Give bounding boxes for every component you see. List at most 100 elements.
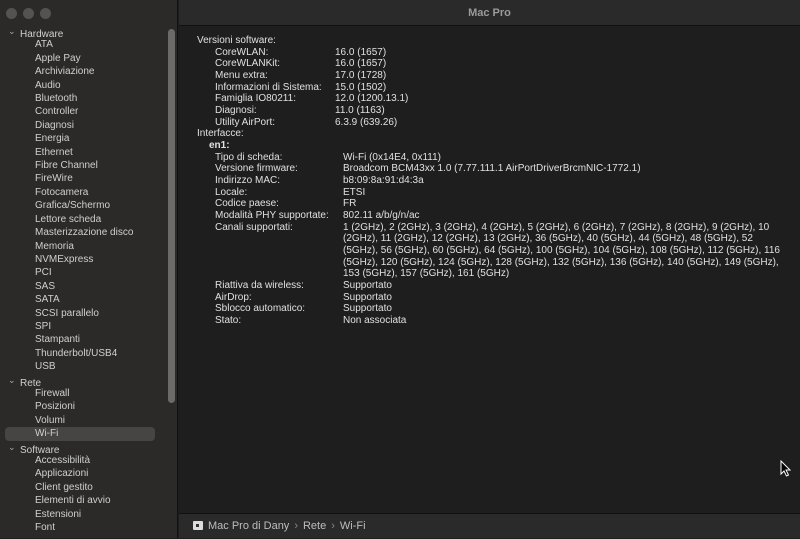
interface-row: Modalità PHY supportate: 802.11 a/b/g/n/a…: [179, 210, 800, 222]
sidebar-item-stampanti[interactable]: Stampanti: [0, 333, 170, 346]
software-row: Utility AirPort: 6.3.9 (639.26): [179, 117, 800, 129]
sidebar-item-pci[interactable]: PCI: [0, 266, 170, 279]
field-value: 17.0 (1728): [335, 69, 387, 81]
field-label: Versioni software:: [197, 35, 276, 46]
field-label: Diagnosi:: [215, 104, 257, 116]
sidebar-item-firewire[interactable]: FireWire: [0, 172, 170, 185]
sidebar-item-fotocamera[interactable]: Fotocamera: [0, 186, 170, 199]
sidebar-item-diagnosi[interactable]: Diagnosi: [0, 119, 170, 132]
field-label: Stato:: [215, 314, 242, 326]
interface-row: AirDrop: Supportato: [179, 292, 800, 304]
channels-value: 1 (2GHz), 2 (2GHz), 3 (2GHz), 4 (2GHz), …: [343, 221, 780, 280]
field-label: Indirizzo MAC:: [215, 174, 281, 186]
interface-row: Locale: ETSI: [179, 187, 800, 199]
software-row: Famiglia IO80211: 12.0 (1200.13.1): [179, 93, 800, 105]
field-label: AirDrop:: [215, 291, 252, 303]
breadcrumb-rete[interactable]: Rete: [303, 520, 326, 532]
field-value: Broadcom BCM43xx 1.0 (7.77.111.1 AirPort…: [343, 163, 641, 175]
field-label: Menu extra:: [215, 69, 268, 81]
sidebar-item-bluetooth[interactable]: Bluetooth: [0, 92, 170, 105]
minimize-button[interactable]: [23, 8, 34, 19]
field-value: Supportato: [343, 291, 392, 303]
sidebar-item-ata[interactable]: ATA: [0, 38, 170, 51]
sidebar-item-apple-pay[interactable]: Apple Pay: [0, 52, 170, 65]
field-value: 11.0 (1163): [335, 104, 385, 116]
chevron-down-icon[interactable]: ⌄: [8, 25, 20, 38]
sidebar-item-applicazioni[interactable]: Applicazioni: [0, 467, 170, 480]
field-value: FR: [343, 198, 357, 210]
sidebar-item-sata[interactable]: SATA: [0, 293, 170, 306]
sidebar-item-archiviazione[interactable]: Archiviazione: [0, 65, 170, 78]
interface-row: Tipo di scheda: Wi-Fi (0x14E4, 0x111): [179, 152, 800, 164]
field-value: 16.0 (1657): [335, 58, 387, 70]
category-tree: ⌄ Hardware ATA Apple Pay Archiviazione Audio B…: [0, 25, 170, 534]
sidebar-item-client-gestito[interactable]: Client gestito: [0, 481, 170, 494]
interface-row: Versione firmware: Broadcom BCM43xx 1.0 (…: [179, 163, 800, 175]
interface-row: Riattiva da wireless: Supportato: [179, 280, 800, 292]
sidebar-item-scsi-parallelo[interactable]: SCSI parallelo: [0, 307, 170, 320]
interface-row: Indirizzo MAC: b8:09:8a:91:d4:3a: [179, 175, 800, 187]
sidebar-group-rete[interactable]: ⌄ Rete: [0, 374, 170, 389]
sidebar-item-volumi[interactable]: Volumi: [0, 414, 170, 427]
sidebar-item-energia[interactable]: Energia: [0, 132, 170, 145]
detail-pane: Versioni software: CoreWLAN: 16.0 (1657) Co…: [179, 35, 800, 326]
sidebar-scrollbar[interactable]: [168, 29, 175, 403]
field-label: Sblocco automatico:: [215, 303, 306, 315]
breadcrumb-computer[interactable]: Mac Pro di Dany: [208, 520, 289, 532]
chevron-right-icon: ›: [294, 520, 298, 532]
sidebar-group-software[interactable]: ⌄ Software: [0, 441, 170, 456]
field-value: b8:09:8a:91:d4:3a: [343, 174, 424, 186]
breadcrumb-wifi[interactable]: Wi-Fi: [340, 520, 366, 532]
sidebar-item-posizioni[interactable]: Posizioni: [0, 400, 170, 413]
field-label: CoreWLAN:: [215, 46, 269, 58]
sidebar-item-nvmexpress[interactable]: NVMExpress: [0, 253, 170, 266]
sidebar-item-fibre-channel[interactable]: Fibre Channel: [0, 159, 170, 172]
sidebar-item-memoria[interactable]: Memoria: [0, 240, 170, 253]
field-label: Locale:: [215, 186, 248, 198]
field-label: Tipo di scheda:: [215, 151, 283, 163]
field-label: Utility AirPort:: [215, 116, 276, 128]
sidebar-item-grafica-schermo[interactable]: Grafica/Schermo: [0, 199, 170, 212]
window-controls: [6, 8, 51, 19]
field-label: Interfacce:: [197, 128, 244, 140]
sidebar-item-spi[interactable]: SPI: [0, 320, 170, 333]
field-label: Canali supportati:: [215, 221, 293, 233]
sidebar-item-thunderbolt-usb4[interactable]: Thunderbolt/USB4: [0, 347, 170, 360]
channels-row: Canali supportati: 1 (2GHz), 2 (2GHz), 3 …: [179, 222, 800, 280]
sidebar-item-firewall[interactable]: Firewall: [0, 387, 170, 400]
computer-icon: [193, 521, 203, 530]
field-label: CoreWLANKit:: [215, 58, 281, 70]
sidebar-item-ethernet[interactable]: Ethernet: [0, 146, 170, 159]
sidebar-item-estensioni[interactable]: Estensioni: [0, 508, 170, 521]
breadcrumb: Mac Pro di Dany › Rete › Wi-Fi: [179, 513, 800, 538]
sidebar-group-hardware[interactable]: ⌄ Hardware: [0, 25, 170, 40]
close-button[interactable]: [6, 8, 17, 19]
interface-row: Sblocco automatico: Supportato: [179, 303, 800, 315]
field-value: 6.3.9 (639.26): [335, 116, 398, 128]
sidebar: ⌄ Hardware ATA Apple Pay Archiviazione Audio B…: [0, 0, 178, 538]
sidebar-item-sas[interactable]: SAS: [0, 280, 170, 293]
section-interfaces: Interfacce:: [179, 128, 800, 140]
sidebar-item-controller[interactable]: Controller: [0, 105, 170, 118]
field-value: ETSI: [343, 186, 366, 198]
sidebar-item-font[interactable]: Font: [0, 521, 170, 534]
sidebar-item-lettore-scheda[interactable]: Lettore scheda: [0, 213, 170, 226]
sidebar-item-accessibilit-[interactable]: Accessibilità: [0, 454, 170, 467]
field-value: 16.0 (1657): [335, 46, 387, 58]
sidebar-item-masterizzazione-disco[interactable]: Masterizzazione disco: [0, 226, 170, 239]
field-label: Modalità PHY supportate:: [215, 209, 329, 221]
sidebar-item-usb[interactable]: USB: [0, 360, 170, 373]
field-value: Non associata: [343, 314, 407, 326]
sidebar-item-wi-fi[interactable]: Wi-Fi: [5, 427, 155, 441]
sidebar-item-elementi-di-avvio[interactable]: Elementi di avvio: [0, 494, 170, 507]
chevron-right-icon: ›: [331, 520, 335, 532]
sidebar-item-audio[interactable]: Audio: [0, 79, 170, 92]
field-label: Famiglia IO80211:: [215, 93, 296, 105]
window-title: Mac Pro: [179, 0, 800, 26]
software-row: Informazioni di Sistema: 15.0 (1502): [179, 82, 800, 94]
zoom-button[interactable]: [40, 8, 51, 19]
chevron-down-icon[interactable]: ⌄: [8, 441, 20, 454]
interface-en1: en1:: [179, 140, 800, 152]
field-label: Informazioni di Sistema:: [215, 81, 322, 93]
chevron-down-icon[interactable]: ⌄: [8, 374, 20, 387]
